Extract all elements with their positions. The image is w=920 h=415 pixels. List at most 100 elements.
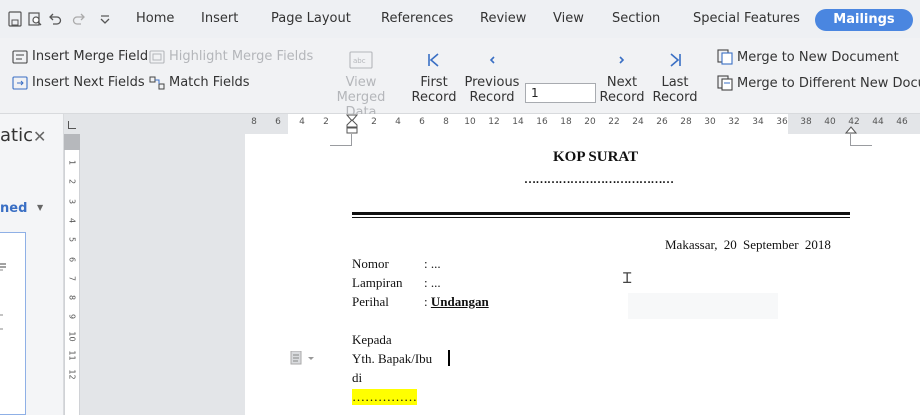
letterhead-dots: ………………………………… — [524, 172, 674, 186]
next-record-icon — [619, 56, 625, 64]
merge-to-new-document-button[interactable]: Merge to New Document — [717, 49, 899, 65]
left-indent-marker[interactable] — [346, 114, 358, 134]
vertical-ruler-tick-label: 3 — [67, 198, 77, 204]
insert-merge-field-button[interactable]: Insert Merge Field — [12, 49, 148, 64]
paragraph-handle-icon[interactable] — [290, 351, 316, 365]
nomor-label: Nomor — [352, 256, 389, 271]
right-indent-marker[interactable] — [845, 114, 857, 134]
ruler-tick-label: 32 — [728, 117, 740, 127]
first-record-label-1: First — [420, 75, 448, 90]
next-record-button[interactable]: Next Record — [599, 51, 645, 105]
ruler-tick-label: 18 — [560, 117, 572, 127]
previous-record-button[interactable]: Previous Record — [463, 51, 521, 105]
ruler-tick-label: 40 — [824, 117, 836, 127]
ruler-tick-label: 10 — [464, 117, 476, 127]
tab-references[interactable]: References — [381, 11, 453, 26]
match-fields-icon — [149, 76, 165, 89]
ruler-tick-label: 22 — [608, 117, 620, 127]
ruler-tick-label: 16 — [536, 117, 548, 127]
ruler-tick-label: 24 — [632, 117, 644, 127]
lampiran-value: : ... — [424, 275, 441, 290]
letterhead-title: KOP SURAT — [553, 149, 639, 165]
tab-mailings[interactable]: Mailings — [815, 9, 913, 31]
customize-toolbar-icon[interactable] — [98, 11, 112, 27]
view-merged-data-button[interactable]: abc View Merged Data — [322, 51, 400, 120]
record-number-input[interactable] — [525, 83, 596, 103]
ruler-tick-label: 4 — [395, 117, 401, 127]
next-field-icon — [12, 75, 28, 90]
thumbnail-content — [0, 263, 6, 330]
ruler-tick-label: 26 — [656, 117, 668, 127]
view-merged-data-icon: abc — [349, 51, 373, 69]
ruler-tick-label: 46 — [896, 117, 908, 127]
merge-to-new-document-label: Merge to New Document — [737, 49, 899, 65]
highlight-merge-fields-button[interactable]: Highlight Merge Fields — [149, 49, 313, 64]
ruler-tick-label: 6 — [275, 117, 281, 127]
close-icon[interactable]: ✕ — [33, 127, 46, 146]
navigation-pane-title: atic — [0, 125, 33, 146]
ruler-tick-label: 28 — [680, 117, 692, 127]
ruler-tick-label: 44 — [872, 117, 884, 127]
kepada-line: Kepada — [352, 332, 392, 347]
undo-icon[interactable] — [48, 11, 62, 27]
vertical-ruler-tick-label: 11 — [67, 350, 77, 361]
vertical-ruler-tick-label: 2 — [67, 179, 77, 185]
navigation-mode-selector[interactable]: ned — [0, 201, 27, 216]
tab-review[interactable]: Review — [480, 11, 526, 26]
insert-merge-field-label: Insert Merge Field — [32, 49, 149, 64]
vertical-ruler-tick-label: 9 — [67, 314, 77, 320]
crop-mark-top-left — [330, 134, 352, 146]
ribbon: Insert Merge Field Insert Next Fields Hi… — [0, 38, 920, 120]
save-icon[interactable] — [8, 11, 22, 27]
crop-mark-top-right — [850, 134, 872, 146]
vertical-ruler-tick-label: 10 — [67, 331, 77, 342]
perihal-value-line: : Undangan — [424, 294, 489, 310]
page-thumbnail[interactable] — [0, 232, 26, 415]
ruler-tick-label: 8 — [443, 117, 449, 127]
perihal-colon: : — [424, 294, 431, 309]
match-fields-label: Match Fields — [169, 75, 250, 90]
ruler-tick-label: 2 — [323, 117, 329, 127]
document-page[interactable]: KOP SURAT ………………………………… Makassar, 20 Sep… — [245, 134, 920, 415]
last-record-label-1: Last — [661, 75, 689, 90]
highlight-merge-fields-label: Highlight Merge Fields — [169, 49, 314, 64]
print-preview-icon[interactable] — [28, 11, 42, 27]
tab-insert[interactable]: Insert — [201, 11, 238, 26]
ruler-tick-label: 12 — [488, 117, 500, 127]
vertical-ruler-tick-label: 5 — [67, 237, 77, 243]
letterhead-rule-thick — [352, 212, 850, 215]
tab-section[interactable]: Section — [612, 11, 660, 26]
tab-home[interactable]: Home — [136, 11, 174, 26]
tab-special-features[interactable]: Special Features — [693, 11, 800, 26]
vertical-ruler-tick-label: 8 — [67, 295, 77, 301]
tab-stop-selector[interactable] — [68, 121, 76, 129]
redo-icon[interactable] — [72, 11, 86, 27]
lampiran-label: Lampiran — [352, 275, 403, 290]
last-record-button[interactable]: Last Record — [652, 51, 698, 105]
vertical-ruler-tick-label: 6 — [67, 256, 77, 262]
ruler-tick-label: 14 — [512, 117, 524, 127]
letter-date: Makassar, 20 September 2018 — [665, 237, 831, 252]
insert-next-fields-button[interactable]: Insert Next Fields — [12, 75, 145, 90]
first-record-icon — [428, 53, 439, 67]
vertical-ruler-tick-label: 4 — [67, 217, 77, 223]
first-record-button[interactable]: First Record — [411, 51, 457, 105]
previous-record-label-2: Record — [469, 90, 515, 105]
tab-page-layout[interactable]: Page Layout — [271, 11, 351, 26]
match-fields-button[interactable]: Match Fields — [149, 75, 250, 90]
previous-record-icon — [489, 56, 495, 64]
next-record-label-1: Next — [606, 75, 638, 90]
vertical-ruler-tick-label: 1 — [67, 159, 77, 166]
di-line: di — [352, 370, 363, 385]
menu-bar: Home Insert Page Layout References Revie… — [0, 0, 920, 38]
ruler-tick-label: 4 — [299, 117, 305, 127]
chevron-down-icon[interactable]: ▼ — [37, 203, 43, 212]
svg-text:abc: abc — [353, 57, 366, 65]
merge-to-different-document-button[interactable]: Merge to Different New Docum — [717, 75, 920, 91]
vertical-ruler-tick-label: 7 — [67, 275, 77, 281]
last-record-icon — [670, 53, 681, 67]
first-record-label-2: Record — [411, 90, 457, 105]
next-record-label-2: Record — [599, 90, 645, 105]
previous-record-label-1: Previous — [464, 75, 520, 90]
tab-view[interactable]: View — [553, 11, 584, 26]
